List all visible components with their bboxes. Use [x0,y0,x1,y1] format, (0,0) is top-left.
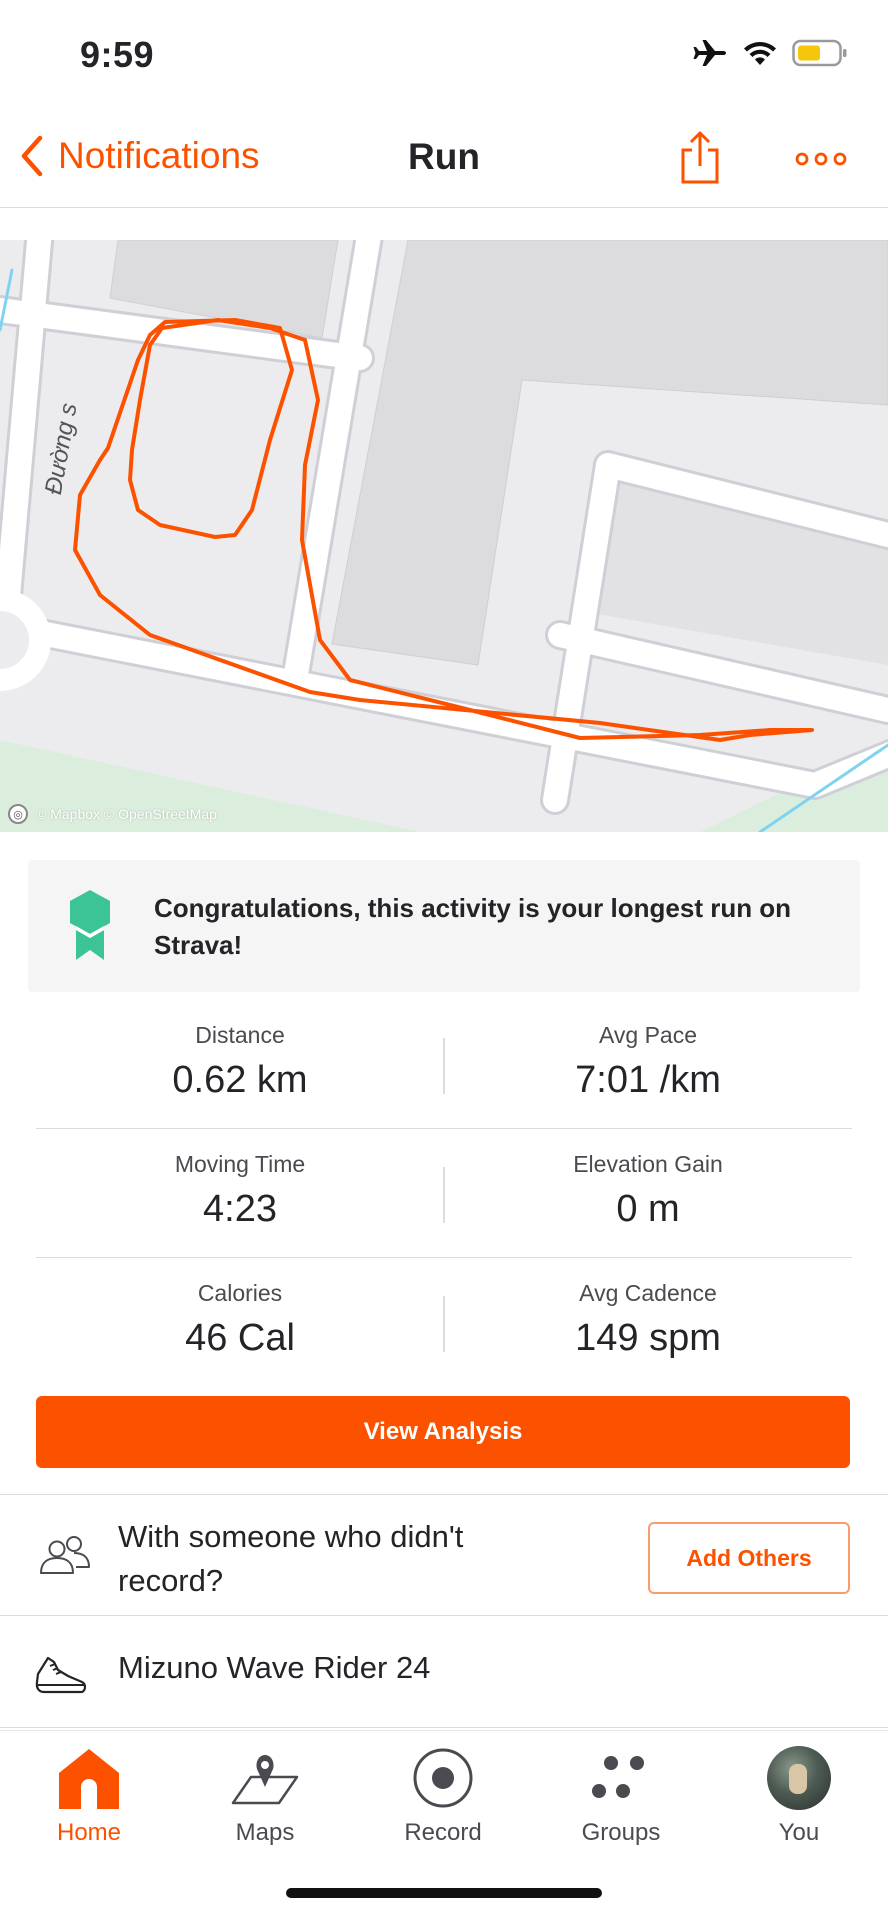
achievement-badge-icon [68,888,112,967]
view-analysis-button[interactable]: View Analysis [36,1396,850,1468]
stat-row: Moving Time 4:23 Elevation Gain 0 m [36,1129,852,1258]
avatar [767,1746,831,1810]
maps-icon [176,1741,354,1815]
stat-elevation-gain: Elevation Gain 0 m [444,1151,852,1231]
with-others-text: With someone who didn't record? [118,1519,464,1598]
status-icons [692,38,848,68]
gear-name: Mizuno Wave Rider 24 [118,1650,431,1685]
stat-label: Avg Cadence [579,1280,717,1306]
stat-label: Moving Time [174,1151,306,1177]
stat-row: Distance 0.62 km Avg Pace 7:01 /km [36,1000,852,1129]
mapbox-logo-icon: ◎ [8,804,28,824]
stat-value: 0.62 km [172,1059,308,1101]
back-label: Notifications [58,135,260,176]
with-others-row: With someone who didn't record? Add Othe… [0,1494,888,1616]
tab-you[interactable]: You [710,1741,888,1861]
attribution-text: © Mapbox © OpenStreetMap [36,806,217,822]
gear-row[interactable]: Mizuno Wave Rider 24 [0,1616,888,1728]
more-options-button[interactable] [795,150,847,168]
add-others-button[interactable]: Add Others [648,1522,850,1594]
tab-label: Groups [581,1819,661,1846]
activity-map[interactable]: Đường s ◎ © Mapbox © OpenStreetMap [0,240,888,832]
shoe-icon [34,1652,88,1701]
stat-label: Avg Pace [598,1022,698,1048]
status-time: 9:59 [80,34,155,75]
stat-avg-cadence: Avg Cadence 149 spm [444,1280,852,1360]
people-icon [38,1535,92,1582]
stat-value: 7:01 /km [575,1059,721,1101]
home-indicator [286,1888,602,1898]
tab-label: Maps [235,1819,295,1846]
stat-moving-time: Moving Time 4:23 [36,1151,444,1231]
back-button[interactable]: Notifications [20,134,260,178]
share-icon [681,131,719,184]
achievement-text: Congratulations, this activity is your l… [154,893,792,960]
stats-grid: Distance 0.62 km Avg Pace 7:01 /km Movin… [36,1000,852,1387]
home-icon [0,1741,178,1815]
stat-value: 149 spm [575,1317,721,1359]
tab-label: Record [404,1819,482,1846]
wifi-icon [744,42,776,65]
tab-groups[interactable]: Groups [532,1741,710,1861]
share-button[interactable] [678,130,722,186]
map-canvas [0,240,888,832]
more-dots-icon [795,152,847,166]
battery-icon [792,39,847,67]
airplane-mode-icon [693,40,726,66]
map-attribution[interactable]: ◎ © Mapbox © OpenStreetMap [8,804,217,824]
stat-value: 4:23 [203,1188,277,1230]
stat-label: Distance [195,1022,285,1048]
stat-value: 46 Cal [185,1317,295,1359]
chevron-left-icon [21,135,43,177]
tab-maps[interactable]: Maps [176,1741,354,1861]
stat-distance: Distance 0.62 km [36,1022,444,1102]
stat-label: Calories [197,1280,283,1306]
tab-home[interactable]: Home [0,1741,178,1861]
nav-bar: Notifications Run [0,110,888,208]
tab-record[interactable]: Record [354,1741,532,1861]
stat-value: 0 m [616,1188,680,1230]
record-icon [354,1741,532,1815]
stat-avg-pace: Avg Pace 7:01 /km [444,1022,852,1102]
status-bar: 9:59 [0,0,888,110]
achievement-banner[interactable]: Congratulations, this activity is your l… [28,860,860,992]
tab-label: You [778,1819,820,1846]
stat-row: Calories 46 Cal Avg Cadence 149 spm [36,1258,852,1387]
groups-icon [532,1741,710,1815]
stat-calories: Calories 46 Cal [36,1280,444,1360]
stat-label: Elevation Gain [573,1151,723,1177]
tab-label: Home [56,1819,122,1846]
